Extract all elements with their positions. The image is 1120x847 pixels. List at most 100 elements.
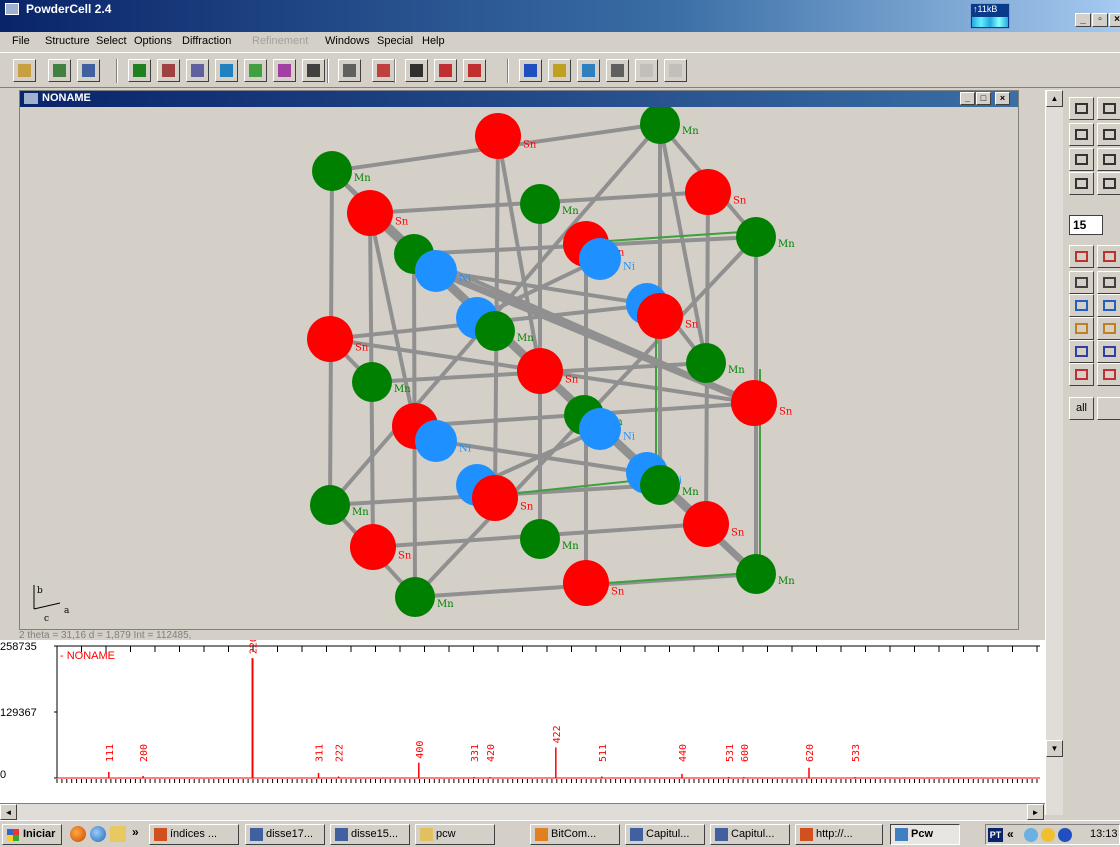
minimize-button[interactable]: _	[1075, 13, 1091, 27]
print-icon[interactable]	[405, 59, 428, 82]
atom-mn[interactable]	[520, 184, 560, 224]
view-tool-button[interactable]	[1069, 271, 1094, 294]
view-tool-button[interactable]	[1069, 340, 1094, 363]
sphere-icon[interactable]	[519, 59, 542, 82]
edit-structure-icon[interactable]	[186, 59, 209, 82]
taskbar-item[interactable]: Pcw	[890, 824, 960, 845]
disabled-grid-icon[interactable]	[635, 59, 658, 82]
print-setup-icon[interactable]	[463, 59, 486, 82]
tray-expand-icon[interactable]: «	[1007, 827, 1014, 841]
maximize-button[interactable]: ▫	[1092, 13, 1108, 27]
edit-icon[interactable]	[244, 59, 267, 82]
atom-mn[interactable]	[736, 217, 776, 257]
vertical-scrollbar[interactable]: ▲ ▼	[1045, 90, 1063, 815]
security-icon[interactable]	[1041, 828, 1055, 842]
language-indicator[interactable]: PT	[988, 828, 1003, 842]
info-icon[interactable]	[1058, 828, 1072, 842]
crystal-structure-view[interactable]: Mn Sn Mn Sn Mn Sn Mn Sn Mn Ni Ni Sn Ni Mn Ni Sn Mn Sn Mn Sn…	[20, 107, 1018, 629]
structure-window-icon[interactable]	[24, 93, 38, 104]
disabled-pattern-icon[interactable]	[664, 59, 687, 82]
table-icon[interactable]	[606, 59, 629, 82]
select-all-button[interactable]: all	[1069, 397, 1094, 420]
atom-mn[interactable]	[640, 465, 680, 505]
taskbar-item[interactable]: BitCom...	[530, 824, 620, 845]
taskbar-item[interactable]: Capitul...	[710, 824, 790, 845]
atom-sn[interactable]	[350, 524, 396, 570]
network-icon[interactable]	[1024, 828, 1038, 842]
atom-sn[interactable]	[731, 380, 777, 426]
atom-sn[interactable]	[347, 190, 393, 236]
taskbar-item[interactable]: índices ...	[149, 824, 239, 845]
atom-mn[interactable]	[475, 311, 515, 351]
view-tool-button[interactable]	[1069, 317, 1094, 340]
atom-mn[interactable]	[520, 519, 560, 559]
colors-icon[interactable]	[577, 59, 600, 82]
atom-color-button[interactable]	[1097, 397, 1120, 420]
atom-mn[interactable]	[736, 554, 776, 594]
folder-icon[interactable]	[110, 826, 126, 842]
atom-ni[interactable]	[579, 238, 621, 280]
child-close-button[interactable]: ×	[995, 92, 1010, 105]
view-tool-button[interactable]	[1069, 363, 1094, 386]
menu-windows[interactable]: Windows	[325, 35, 370, 47]
view-tool-button[interactable]	[1069, 294, 1094, 317]
atom-sn[interactable]	[563, 560, 609, 606]
new-structure-icon[interactable]	[48, 59, 71, 82]
child-maximize-button[interactable]: □	[976, 92, 991, 105]
start-button[interactable]: Iniciar	[2, 824, 62, 845]
menu-help[interactable]: Help	[422, 35, 445, 47]
view-tool-button[interactable]	[1069, 172, 1094, 195]
taskbar-item[interactable]: disse17...	[245, 824, 325, 845]
ie-icon[interactable]	[90, 826, 106, 842]
view-tool-button[interactable]	[1097, 363, 1120, 386]
taskbar-item[interactable]: Capitul...	[625, 824, 705, 845]
scroll-down-button[interactable]: ▼	[1046, 740, 1063, 757]
menu-file[interactable]: File	[12, 35, 30, 47]
hkl-icon[interactable]	[338, 59, 361, 82]
menu-diffraction[interactable]: Diffraction	[182, 35, 231, 47]
atom-sn[interactable]	[475, 113, 521, 159]
menu-select[interactable]: Select	[96, 35, 127, 47]
taskbar-item[interactable]: http://...	[795, 824, 883, 845]
atom-mn[interactable]	[310, 485, 350, 525]
atom-mn[interactable]	[395, 577, 435, 617]
scroll-right-button[interactable]: ►	[1027, 804, 1044, 820]
atom-ni[interactable]	[579, 408, 621, 450]
taskbar-item[interactable]: disse15...	[330, 824, 410, 845]
close-button[interactable]: ×	[1109, 13, 1120, 27]
taskbar-item[interactable]: pcw	[415, 824, 495, 845]
horizontal-scrollbar[interactable]: ◄ ►	[0, 803, 1045, 820]
atom-mn[interactable]	[352, 362, 392, 402]
atom-sn[interactable]	[683, 501, 729, 547]
view-tool-button[interactable]	[1097, 294, 1120, 317]
cell-icon[interactable]	[372, 59, 395, 82]
view-tool-button[interactable]	[1097, 340, 1120, 363]
child-minimize-button[interactable]: _	[960, 92, 975, 105]
more-quicklaunch-icon[interactable]: »	[132, 825, 139, 839]
atom-sn[interactable]	[307, 316, 353, 362]
view-tool-button[interactable]	[1097, 97, 1120, 120]
menu-structure[interactable]: Structure	[45, 35, 90, 47]
view-tool-button[interactable]	[1069, 148, 1094, 171]
clipboard-icon[interactable]	[77, 59, 100, 82]
view-tool-button[interactable]	[1097, 148, 1120, 171]
firefox-icon[interactable]	[70, 826, 86, 842]
view-tool-button[interactable]	[1069, 123, 1094, 146]
view-tool-button[interactable]	[1097, 245, 1120, 268]
print-preview-icon[interactable]	[434, 59, 457, 82]
atom-sn[interactable]	[517, 348, 563, 394]
atom-sn[interactable]	[685, 169, 731, 215]
scroll-up-button[interactable]: ▲	[1046, 90, 1063, 107]
powdercell-app-icon[interactable]	[5, 3, 19, 15]
view-tool-button[interactable]	[1097, 271, 1120, 294]
atom-sn[interactable]	[637, 293, 683, 339]
delta-x-icon[interactable]	[302, 59, 325, 82]
menu-refinement[interactable]: Refinement	[252, 35, 308, 47]
atom-sn[interactable]	[472, 475, 518, 521]
view-tool-button[interactable]	[1097, 317, 1120, 340]
atom-mn[interactable]	[312, 151, 352, 191]
diffraction-pattern[interactable]: 258735 129367 0 - NONAME 111 200 220 311 222 400 3…	[0, 640, 1045, 803]
atom-mn[interactable]	[686, 343, 726, 383]
tools-icon[interactable]	[157, 59, 180, 82]
menu-special[interactable]: Special	[377, 35, 413, 47]
